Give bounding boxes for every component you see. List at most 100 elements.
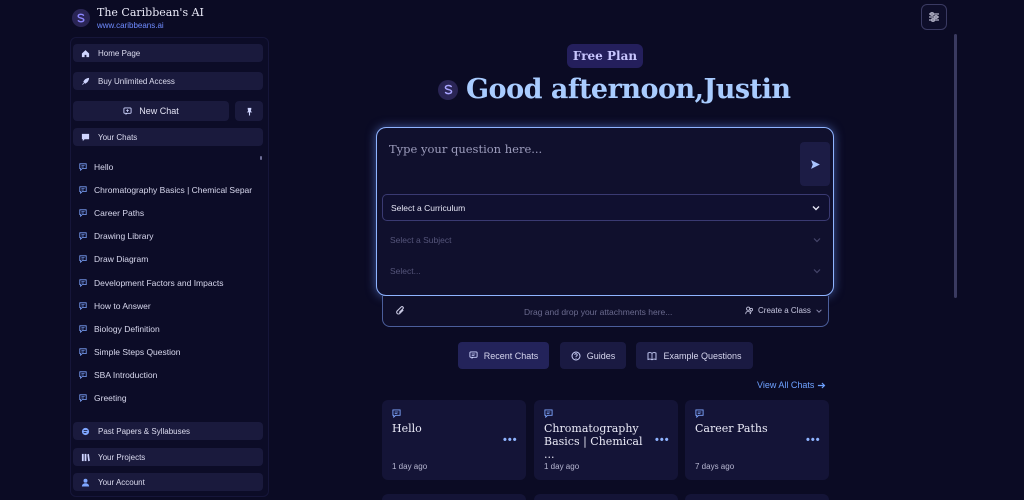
buy-unlimited-button[interactable]: Buy Unlimited Access bbox=[73, 72, 263, 90]
book-icon bbox=[648, 351, 657, 360]
main-scrollbar[interactable] bbox=[954, 34, 957, 298]
chat-item-label: Chromatography Basics | Chemical Separ bbox=[94, 184, 253, 195]
chat-item-label: SBA Introduction bbox=[94, 370, 158, 381]
sidebar-chat-item[interactable]: Biology Definition bbox=[79, 317, 263, 340]
pin-icon bbox=[246, 107, 252, 116]
tab-guides[interactable]: Guides bbox=[560, 342, 626, 369]
new-chat-button[interactable]: New Chat bbox=[73, 101, 229, 121]
home-icon bbox=[81, 49, 90, 57]
tab-example-questions-label: Example Questions bbox=[663, 350, 742, 361]
buy-unlimited-label: Buy Unlimited Access bbox=[98, 76, 175, 86]
chat-item-label: Simple Steps Question bbox=[94, 347, 181, 358]
chevron-down-icon bbox=[813, 268, 821, 273]
class-icon bbox=[745, 306, 753, 315]
chat-item-label: Drawing Library bbox=[94, 231, 154, 242]
card-title: Chromatography Basics | Chemical ... bbox=[544, 422, 643, 461]
attachment-bar[interactable]: Drag and drop your attachments here... C… bbox=[382, 296, 829, 327]
chat-icon bbox=[79, 348, 87, 357]
chevron-down-icon bbox=[813, 237, 821, 242]
greeting-text: Good afternoon,Justin bbox=[466, 74, 791, 105]
logo-icon bbox=[72, 9, 90, 27]
sidebar-chat-item[interactable]: Chromatography Basics | Chemical Separ bbox=[79, 178, 263, 201]
past-papers-button[interactable]: Past Papers & Syllabuses bbox=[73, 422, 263, 440]
question-input[interactable] bbox=[389, 142, 789, 156]
chat-icon bbox=[79, 278, 87, 287]
chat-icon bbox=[79, 232, 87, 241]
library-icon bbox=[81, 453, 90, 461]
chat-item-label: Hello bbox=[94, 161, 114, 172]
recent-chat-card[interactable]: Hello ••• 1 day ago bbox=[382, 400, 526, 480]
chat-item-label: Development Factors and Impacts bbox=[94, 277, 224, 288]
topic-select[interactable]: Select... bbox=[382, 257, 830, 284]
create-class-button[interactable]: Create a Class bbox=[745, 306, 823, 315]
greeting: Good afternoon,Justin bbox=[438, 74, 791, 105]
sidebar-chat-item[interactable]: Hello bbox=[79, 155, 263, 178]
chat-item-label: Draw Diagram bbox=[94, 254, 149, 265]
view-all-label: View All Chats bbox=[757, 380, 815, 390]
tab-recent-chats[interactable]: Recent Chats bbox=[458, 342, 549, 369]
recent-chat-card-partial[interactable] bbox=[382, 494, 526, 500]
tab-guides-label: Guides bbox=[586, 350, 616, 361]
recent-chat-card[interactable]: Chromatography Basics | Chemical ... •••… bbox=[534, 400, 678, 480]
brand-url[interactable]: www.caribbeans.ai bbox=[97, 21, 204, 30]
your-chats-header[interactable]: Your Chats bbox=[73, 128, 263, 146]
plan-badge[interactable]: Free Plan bbox=[567, 44, 643, 68]
your-projects-button[interactable]: Your Projects bbox=[73, 448, 263, 466]
sidebar-chat-item[interactable]: Drawing Library bbox=[79, 225, 263, 248]
chat-item-label: How to Answer bbox=[94, 300, 151, 311]
create-class-label: Create a Class bbox=[758, 306, 811, 315]
chevron-down-icon bbox=[816, 308, 822, 313]
chat-icon bbox=[469, 351, 478, 360]
sidebar-chat-item[interactable]: Draw Diagram bbox=[79, 248, 263, 271]
chat-item-label: Career Paths bbox=[94, 207, 145, 218]
curriculum-select[interactable]: Select a Curriculum bbox=[382, 194, 830, 221]
brand-name: The Caribbean's AI bbox=[97, 6, 204, 19]
sidebar-chat-item[interactable]: Development Factors and Impacts bbox=[79, 271, 263, 294]
sidebar-chat-item[interactable]: How to Answer bbox=[79, 294, 263, 317]
send-button[interactable] bbox=[800, 142, 830, 186]
more-icon[interactable]: ••• bbox=[503, 434, 518, 446]
subject-select-label: Select a Subject bbox=[390, 234, 452, 245]
home-page-label: Home Page bbox=[98, 48, 141, 58]
sidebar-chat-item[interactable]: SBA Introduction bbox=[79, 364, 263, 387]
user-icon bbox=[81, 478, 90, 487]
sidebar-chat-item[interactable]: Simple Steps Question bbox=[79, 341, 263, 364]
drop-zone-text: Drag and drop your attachments here... bbox=[524, 307, 673, 317]
settings-button[interactable] bbox=[921, 4, 947, 30]
your-account-label: Your Account bbox=[98, 477, 145, 487]
card-title: Career Paths bbox=[695, 422, 768, 435]
chat-icon bbox=[544, 409, 553, 418]
curriculum-select-label: Select a Curriculum bbox=[391, 202, 466, 213]
recent-chat-card[interactable]: Career Paths ••• 7 days ago bbox=[685, 400, 829, 480]
chat-icon bbox=[79, 302, 87, 310]
more-icon[interactable]: ••• bbox=[655, 434, 670, 446]
logo-icon bbox=[438, 79, 458, 100]
chat-icon bbox=[695, 409, 704, 418]
chat-icon bbox=[79, 162, 87, 171]
chat-icon bbox=[392, 409, 401, 418]
send-icon bbox=[810, 159, 820, 169]
sidebar-chat-item[interactable]: Greeting bbox=[79, 387, 263, 410]
paperclip-icon[interactable] bbox=[395, 305, 406, 316]
chat-icon bbox=[81, 133, 90, 141]
new-chat-label: New Chat bbox=[139, 106, 179, 116]
chat-icon bbox=[79, 209, 87, 217]
rocket-icon bbox=[81, 77, 90, 85]
chat-icon bbox=[79, 371, 87, 380]
brand[interactable]: The Caribbean's AI www.caribbeans.ai bbox=[72, 6, 204, 30]
sidebar: Home Page Buy Unlimited Access New Chat … bbox=[70, 37, 269, 497]
your-projects-label: Your Projects bbox=[98, 452, 146, 462]
sidebar-chat-item[interactable]: Career Paths bbox=[79, 201, 263, 224]
subject-select[interactable]: Select a Subject bbox=[382, 226, 830, 253]
recent-chat-card-partial[interactable] bbox=[685, 494, 829, 500]
chat-list: Hello Chromatography Basics | Chemical S… bbox=[79, 155, 263, 410]
pin-button[interactable] bbox=[235, 101, 263, 121]
home-page-button[interactable]: Home Page bbox=[73, 44, 263, 62]
tab-example-questions[interactable]: Example Questions bbox=[636, 342, 753, 369]
view-all-chats-link[interactable]: View All Chats bbox=[757, 380, 826, 390]
chevron-down-icon bbox=[812, 205, 820, 210]
chat-icon bbox=[79, 255, 87, 264]
recent-chat-card-partial[interactable] bbox=[534, 494, 678, 500]
your-account-button[interactable]: Your Account bbox=[73, 473, 263, 491]
more-icon[interactable]: ••• bbox=[806, 434, 821, 446]
